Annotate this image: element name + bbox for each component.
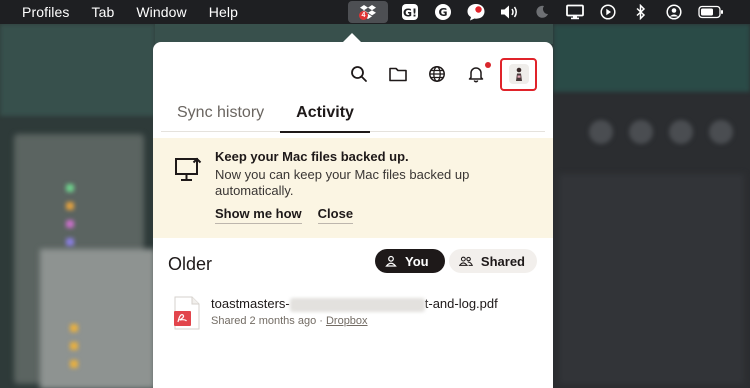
close-link[interactable]: Close [317,206,354,224]
file-name: toastmasters-t-and-log.pdf [211,296,498,312]
svg-text:G: G [438,6,447,19]
background-dot [66,238,74,246]
person-icon [385,255,397,267]
popover-toolbar [332,57,553,91]
list-item[interactable]: toastmasters-t-and-log.pdf Shared 2 mont… [153,292,553,334]
background-dot [66,202,74,210]
background-dot [66,220,74,228]
file-shared-time: Shared 2 months ago [211,315,317,327]
filter-you-label: You [405,253,429,269]
background-header [0,24,155,116]
bluetooth-icon[interactable] [630,2,652,22]
battery-icon[interactable] [696,2,726,22]
background-dot [66,184,74,192]
menu-bar: Profiles Tab Window Help 4 G! G [0,0,750,24]
grammarly-icon[interactable]: G [432,2,454,22]
grammarly-go-icon[interactable]: G! [399,2,421,22]
file-name-start: toastmasters- [211,296,290,311]
meta-separator: · [316,315,326,327]
svg-text:G!: G! [403,7,417,20]
moon-icon[interactable] [531,2,553,22]
dropbox-badge: 4 [359,11,368,20]
user-icon[interactable] [663,2,685,22]
globe-icon[interactable] [425,62,449,86]
tab-sync-history[interactable]: Sync history [161,96,280,132]
show-me-how-link[interactable]: Show me how [215,206,302,224]
filter-shared-label: Shared [480,253,525,269]
notification-dot [485,62,491,68]
background-circle [589,120,613,144]
redacted-text [289,297,425,312]
filter-shared-button[interactable]: Shared [449,249,537,273]
filter-you-button[interactable]: You [375,249,445,273]
menu-help[interactable]: Help [209,4,238,20]
folder-icon[interactable] [386,62,410,86]
background-header [553,24,750,92]
backup-banner: Keep your Mac files backed up. Now you c… [153,138,553,238]
tab-bar: Sync history Activity [161,96,545,133]
background-window-right [553,24,750,388]
play-icon[interactable] [597,2,619,22]
file-name-end: t-and-log.pdf [424,296,498,311]
menu-profiles[interactable]: Profiles [22,4,69,20]
avatar-button[interactable] [500,57,537,91]
avatar [508,64,529,84]
banner-title: Keep your Mac files backed up. [215,149,409,164]
background-panel [40,249,155,388]
volume-icon[interactable] [498,2,520,22]
chat-icon[interactable] [465,2,487,22]
bell-icon[interactable] [464,62,491,86]
background-dot [70,342,78,350]
background-dot [70,360,78,368]
display-icon[interactable] [564,2,586,22]
banner-text: Now you can keep your Mac files backed u… [215,167,470,198]
banner-actions: Show me how Close [215,206,369,224]
background-circle [669,120,693,144]
dropbox-icon[interactable]: 4 [348,1,388,23]
background-circle [709,120,733,144]
search-icon[interactable] [347,62,371,86]
background-dot [70,324,78,332]
file-location-link[interactable]: Dropbox [326,315,368,327]
menu-window[interactable]: Window [136,4,186,20]
dropbox-popover: Sync history Activity Keep your Mac file… [153,42,553,388]
file-meta: Shared 2 months ago · Dropbox [211,315,368,327]
background-circle [629,120,653,144]
pdf-file-icon [173,296,201,330]
people-icon [459,256,473,266]
computer-backup-icon [174,156,204,189]
background-content [559,174,744,384]
background-window-left [0,24,155,388]
menu-tab[interactable]: Tab [91,4,114,20]
status-area: 4 G! G [348,0,750,24]
section-title: Older [168,254,213,274]
tab-activity[interactable]: Activity [280,96,370,133]
